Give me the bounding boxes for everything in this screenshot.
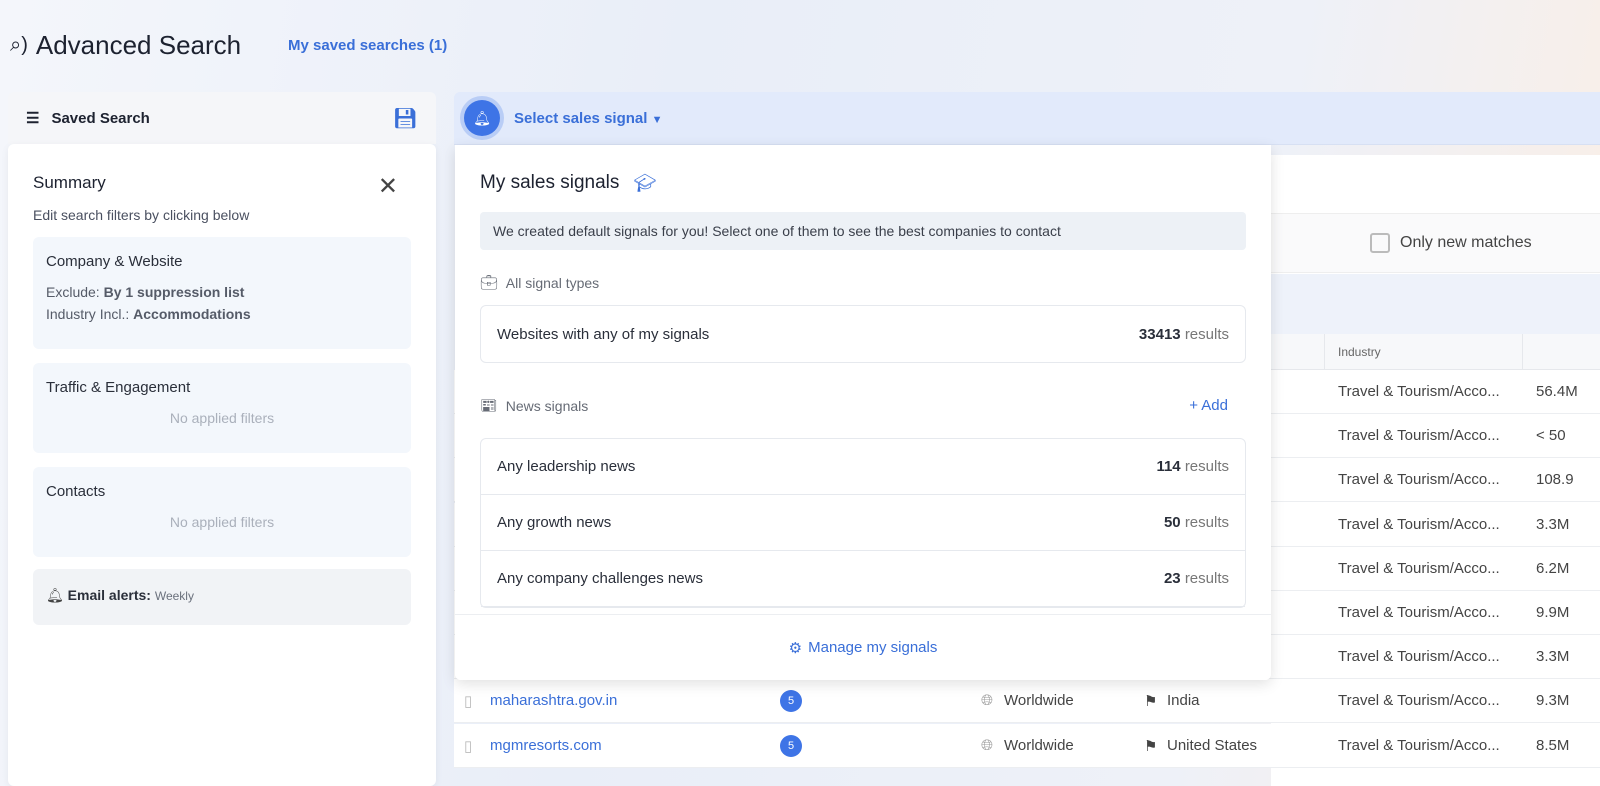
table-row[interactable]: ▯ maharashtra.gov.in 5 🌐︎ Worldwide ⚑ India Tra…	[454, 679, 1600, 724]
only-new-matches[interactable]: Only new matches	[1271, 213, 1600, 273]
page-title: ⌕) Advanced Search	[10, 30, 242, 60]
value-cell: 9.3M	[1536, 692, 1570, 710]
industry-cell: Travel & Tourism/Acco...	[1338, 604, 1500, 621]
save-icon[interactable]: 💾︎	[393, 106, 418, 131]
sales-signal-bar: 🔔︎ Select sales signal ▼	[454, 92, 1600, 145]
table-row[interactable]: ▯ mgmresorts.com 5 🌐︎ Worldwide ⚑ United State…	[454, 723, 1600, 768]
contacts-card[interactable]: Contacts No applied filters	[33, 467, 411, 557]
country: United States	[1167, 736, 1258, 754]
favicon-icon: ▯	[464, 693, 473, 711]
industry-cell: Travel & Tourism/Acco...	[1338, 383, 1500, 400]
signal-count-badge[interactable]: 5	[780, 734, 802, 757]
checkbox[interactable]	[1370, 233, 1390, 253]
value-cell: < 50	[1536, 427, 1566, 445]
domain-link[interactable]: maharashtra.gov.in	[490, 692, 617, 709]
manage-signals-button[interactable]: ⚙ Manage my signals	[455, 614, 1271, 680]
flag-icon: ⚑	[1144, 737, 1158, 755]
dropdown-title: My sales signals	[480, 172, 620, 193]
value-cell: 108.9	[1536, 471, 1574, 489]
scope: Worldwide	[1004, 736, 1074, 754]
traffic-card[interactable]: Traffic & Engagement No applied filters	[33, 363, 411, 453]
value-cell: 8.5M	[1536, 736, 1570, 754]
close-icon[interactable]: ✕	[378, 172, 398, 201]
favicon-icon: ▯	[464, 737, 473, 755]
newspaper-icon: 📰︎	[480, 397, 498, 413]
globe-icon: 🌐︎	[981, 692, 994, 710]
email-alerts[interactable]: 🔔︎ Email alerts: Weekly	[33, 569, 411, 625]
signal-item[interactable]: Websites with any of my signals 33413 res…	[481, 306, 1245, 362]
saved-search-header: ☰ Saved Search 💾︎	[8, 92, 436, 144]
add-news-signal-button[interactable]: + Add	[1189, 397, 1228, 414]
scope: Worldwide	[1004, 692, 1074, 710]
value-cell: 3.3M	[1536, 515, 1570, 533]
briefcase-icon: 💼︎	[480, 274, 498, 290]
filter-icon[interactable]: ☰	[26, 109, 39, 127]
industry-cell: Travel & Tourism/Acco...	[1338, 559, 1500, 577]
gear-icon: ⚙	[788, 639, 803, 657]
value-cell: 9.9M	[1536, 604, 1570, 621]
signal-item[interactable]: Any growth news 50 results	[481, 495, 1245, 551]
value-cell: 3.3M	[1536, 648, 1570, 666]
value-cell: 6.2M	[1536, 559, 1570, 577]
caret-down-icon: ▼	[651, 113, 663, 126]
industry-cell: Travel & Tourism/Acco...	[1338, 692, 1500, 710]
info-banner: We created default signals for you! Sele…	[480, 212, 1246, 250]
value-cell: 56.4M	[1536, 383, 1578, 400]
select-sales-signal[interactable]: Select sales signal ▼	[514, 110, 662, 127]
saved-searches-link[interactable]: My saved searches (1)	[288, 37, 447, 54]
industry-cell: Travel & Tourism/Acco...	[1338, 648, 1500, 666]
signal-item[interactable]: Any leadership news 114 results	[481, 439, 1245, 495]
industry-header[interactable]: Industry	[1338, 345, 1381, 359]
domain-link[interactable]: mgmresorts.com	[490, 737, 602, 754]
company-website-card[interactable]: Company & Website Exclude: By 1 suppress…	[33, 237, 411, 349]
signal-count-badge[interactable]: 5	[780, 690, 802, 713]
summary-hint: Edit search filters by clicking below	[33, 207, 250, 223]
industry-cell: Travel & Tourism/Acco...	[1338, 736, 1500, 754]
flag-icon: ⚑	[1144, 693, 1158, 711]
graduation-cap-icon[interactable]: 🎓︎	[633, 173, 656, 194]
country: India	[1167, 692, 1200, 710]
bell-icon[interactable]: 🔔︎	[464, 100, 500, 136]
globe-icon: 🌐︎	[981, 736, 994, 754]
industry-cell: Travel & Tourism/Acco...	[1338, 427, 1500, 445]
signal-item[interactable]: Any company challenges news 23 results	[481, 551, 1245, 607]
industry-cell: Travel & Tourism/Acco...	[1338, 471, 1500, 489]
bell-icon: 🔔︎	[46, 587, 64, 603]
sales-signals-dropdown: My sales signals 🎓︎ We created default si…	[455, 145, 1271, 680]
summary-panel: Summary ✕ Edit search filters by clickin…	[8, 144, 436, 786]
table-toolbar	[1271, 274, 1600, 334]
summary-title: Summary	[33, 173, 106, 192]
industry-cell: Travel & Tourism/Acco...	[1338, 515, 1500, 533]
search-signal-icon: ⌕)	[10, 34, 28, 56]
